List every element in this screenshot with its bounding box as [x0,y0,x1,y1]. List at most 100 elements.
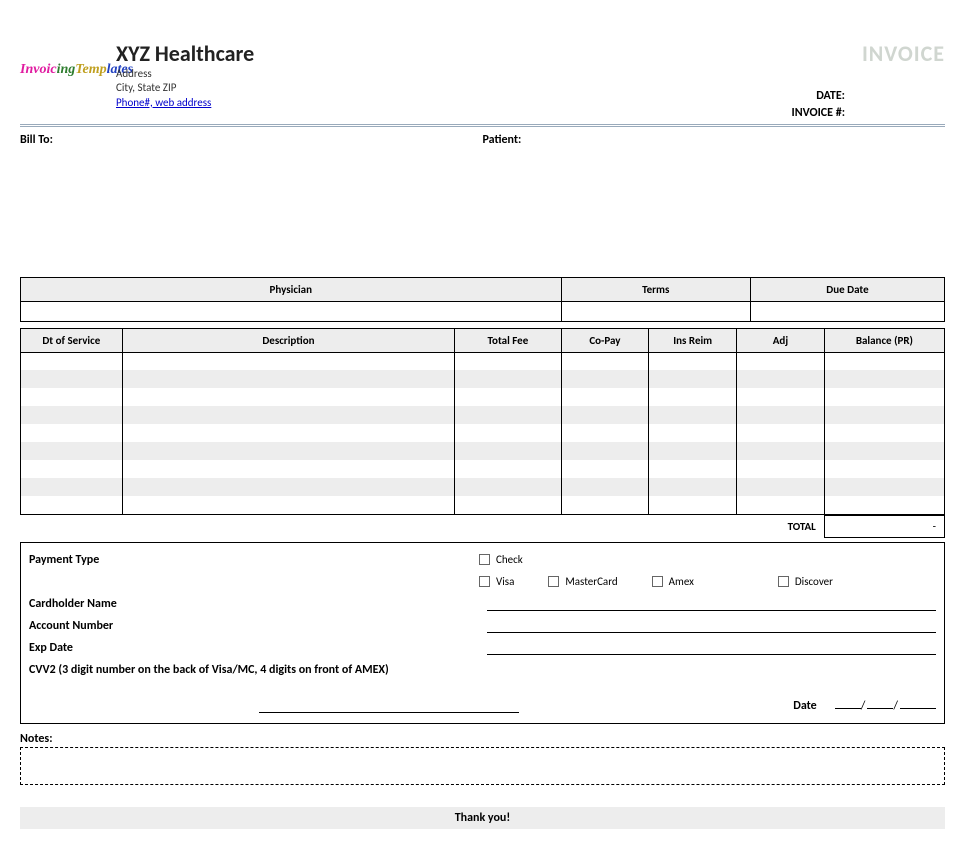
cell-desc[interactable] [122,442,455,460]
line-item-row[interactable] [21,352,945,370]
cell-date[interactable] [21,370,123,388]
cell-desc[interactable] [122,352,455,370]
cell-date[interactable] [21,388,123,406]
cell-copay[interactable] [561,352,649,370]
signature-date-field[interactable]: // [835,699,936,713]
cell-ins[interactable] [649,496,737,514]
line-item-row[interactable] [21,370,945,388]
cell-desc[interactable] [122,478,455,496]
cell-ins[interactable] [649,370,737,388]
cell-bal[interactable] [824,352,944,370]
cell-fee[interactable] [455,424,561,442]
cell-fee[interactable] [455,460,561,478]
cell-copay[interactable] [561,406,649,424]
cell-fee[interactable] [455,406,561,424]
cell-date[interactable] [21,424,123,442]
val-physician[interactable] [21,301,562,321]
cell-desc[interactable] [122,388,455,406]
cell-copay[interactable] [561,370,649,388]
cell-bal[interactable] [824,478,944,496]
cell-bal[interactable] [824,406,944,424]
cell-adj[interactable] [737,352,825,370]
cell-fee[interactable] [455,442,561,460]
cell-adj[interactable] [737,496,825,514]
line-item-row[interactable] [21,496,945,514]
cell-bal[interactable] [824,496,944,514]
cell-desc[interactable] [122,460,455,478]
cell-copay[interactable] [561,424,649,442]
check-option-discover[interactable]: Discover [778,575,833,588]
cell-desc[interactable] [122,406,455,424]
total-value: - [824,515,944,537]
cell-ins[interactable] [649,478,737,496]
cell-adj[interactable] [737,424,825,442]
cell-bal[interactable] [824,460,944,478]
cell-adj[interactable] [737,406,825,424]
cell-date[interactable] [21,478,123,496]
meta-table: Physician Terms Due Date [20,277,945,322]
cell-copay[interactable] [561,460,649,478]
exp-date-label: Exp Date [29,641,479,655]
cell-ins[interactable] [649,352,737,370]
cell-ins[interactable] [649,424,737,442]
cell-copay[interactable] [561,388,649,406]
cell-bal[interactable] [824,388,944,406]
checkbox-icon [548,576,559,587]
payment-box: Payment Type Check Visa MasterCard Amex … [20,542,945,724]
col-terms: Terms [561,277,750,301]
cell-date[interactable] [21,352,123,370]
contact-link[interactable]: Phone#, web address [116,96,211,109]
cell-date[interactable] [21,460,123,478]
cell-ins[interactable] [649,388,737,406]
col-date-of-service: Dt of Service [21,328,123,352]
cell-copay[interactable] [561,442,649,460]
address-line-1: Address [116,67,945,81]
cell-desc[interactable] [122,370,455,388]
cell-ins[interactable] [649,406,737,424]
cell-bal[interactable] [824,370,944,388]
cell-fee[interactable] [455,370,561,388]
total-label: TOTAL [20,515,824,537]
cell-adj[interactable] [737,370,825,388]
notes-field[interactable] [20,747,945,785]
cell-fee[interactable] [455,496,561,514]
col-description: Description [122,328,455,352]
val-terms[interactable] [561,301,750,321]
val-due-date[interactable] [750,301,944,321]
line-item-row[interactable] [21,388,945,406]
line-item-row[interactable] [21,460,945,478]
cell-date[interactable] [21,406,123,424]
amex-label: Amex [669,575,694,588]
signature-line[interactable] [259,699,519,713]
invoice-title: INVOICE [862,40,945,67]
line-item-row[interactable] [21,442,945,460]
cell-copay[interactable] [561,496,649,514]
cell-adj[interactable] [737,478,825,496]
cell-desc[interactable] [122,424,455,442]
account-number-field[interactable] [487,619,936,633]
cell-copay[interactable] [561,478,649,496]
cell-bal[interactable] [824,442,944,460]
cell-bal[interactable] [824,424,944,442]
cell-adj[interactable] [737,388,825,406]
cell-adj[interactable] [737,460,825,478]
header-divider [20,124,945,127]
check-option-amex[interactable]: Amex [652,575,694,588]
cell-desc[interactable] [122,496,455,514]
line-item-row[interactable] [21,424,945,442]
check-option-check[interactable]: Check [479,553,523,566]
cardholder-name-field[interactable] [487,597,936,611]
cell-fee[interactable] [455,388,561,406]
line-item-row[interactable] [21,406,945,424]
cell-fee[interactable] [455,352,561,370]
exp-date-field[interactable] [487,641,936,655]
line-item-row[interactable] [21,478,945,496]
cell-date[interactable] [21,496,123,514]
cell-ins[interactable] [649,442,737,460]
check-option-mastercard[interactable]: MasterCard [548,575,617,588]
cell-ins[interactable] [649,460,737,478]
cell-date[interactable] [21,442,123,460]
check-option-visa[interactable]: Visa [479,575,514,588]
cell-adj[interactable] [737,442,825,460]
cell-fee[interactable] [455,478,561,496]
